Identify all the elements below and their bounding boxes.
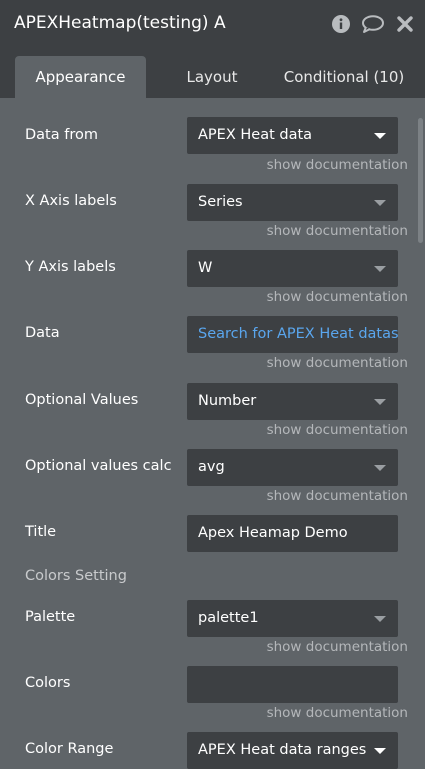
- y-axis-labels-value: W: [198, 260, 213, 276]
- tab-bar: Appearance Layout Conditional (10): [0, 48, 425, 98]
- chevron-down-icon: [374, 266, 386, 272]
- optional-values-calc-doc-link[interactable]: show documentation: [267, 488, 408, 504]
- title-bar-icons: [329, 12, 417, 36]
- data-from-label: Data from: [25, 127, 98, 143]
- optional-values-dropdown[interactable]: Number: [187, 383, 398, 420]
- y-axis-labels-label: Y Axis labels: [25, 259, 116, 275]
- scrollbar-thumb[interactable]: [418, 118, 423, 243]
- colors-label: Colors: [25, 675, 71, 691]
- tab-conditional[interactable]: Conditional (10): [278, 56, 410, 98]
- colors-setting-heading: Colors Setting: [25, 568, 127, 584]
- optional-values-label: Optional Values: [25, 392, 139, 408]
- color-range-dropdown[interactable]: APEX Heat data ranges: [187, 732, 398, 769]
- color-range-label: Color Range: [25, 741, 114, 757]
- chevron-down-icon: [374, 399, 386, 405]
- optional-values-doc-link[interactable]: show documentation: [267, 422, 408, 438]
- chevron-down-icon: [374, 748, 386, 754]
- title-label: Title: [25, 524, 57, 540]
- optional-values-value: Number: [198, 393, 257, 409]
- chevron-down-icon: [374, 200, 386, 206]
- palette-label: Palette: [25, 609, 76, 625]
- chevron-down-icon: [374, 465, 386, 471]
- data-from-doc-link[interactable]: show documentation: [267, 157, 408, 173]
- data-search-field[interactable]: Search for APEX Heat datas: [187, 316, 398, 353]
- comment-icon[interactable]: [361, 12, 385, 36]
- x-axis-labels-doc-link[interactable]: show documentation: [267, 223, 408, 239]
- palette-dropdown[interactable]: palette1: [187, 600, 398, 637]
- tab-appearance[interactable]: Appearance: [15, 56, 146, 98]
- title-input[interactable]: Apex Heamap Demo: [187, 515, 398, 552]
- close-icon[interactable]: [393, 12, 417, 36]
- element-title[interactable]: APEXHeatmap(testing) A: [14, 13, 226, 33]
- palette-doc-link[interactable]: show documentation: [267, 639, 408, 655]
- info-icon[interactable]: [329, 12, 353, 36]
- y-axis-labels-dropdown[interactable]: W: [187, 250, 398, 287]
- x-axis-labels-label: X Axis labels: [25, 193, 117, 209]
- palette-value: palette1: [198, 610, 259, 626]
- chevron-down-icon: [374, 616, 386, 622]
- chevron-down-icon: [374, 133, 386, 139]
- data-from-value: APEX Heat data: [198, 127, 313, 143]
- data-from-dropdown[interactable]: APEX Heat data: [187, 117, 398, 154]
- colors-doc-link[interactable]: show documentation: [267, 705, 408, 721]
- x-axis-labels-value: Series: [198, 194, 243, 210]
- title-bar: APEXHeatmap(testing) A: [0, 0, 425, 48]
- optional-values-calc-dropdown[interactable]: avg: [187, 449, 398, 486]
- colors-input[interactable]: [187, 666, 398, 703]
- data-doc-link[interactable]: show documentation: [267, 355, 408, 371]
- optional-values-calc-value: avg: [198, 459, 225, 475]
- x-axis-labels-dropdown[interactable]: Series: [187, 184, 398, 221]
- title-input-value: Apex Heamap Demo: [198, 525, 348, 541]
- optional-values-calc-label: Optional values calc: [25, 458, 172, 474]
- data-label: Data: [25, 325, 60, 341]
- tab-layout[interactable]: Layout: [172, 56, 252, 98]
- y-axis-labels-doc-link[interactable]: show documentation: [267, 289, 408, 305]
- color-range-value: APEX Heat data ranges: [198, 742, 367, 758]
- data-search-text: Search for APEX Heat datas: [198, 326, 398, 342]
